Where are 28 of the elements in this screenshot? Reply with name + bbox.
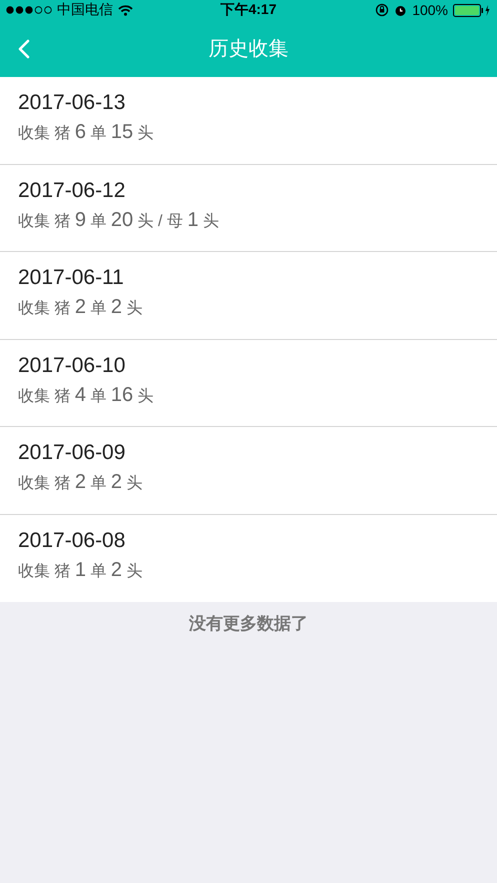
record-date: 2017-06-10	[18, 354, 126, 378]
wifi-icon	[118, 4, 133, 16]
alarm-clock-icon	[394, 4, 408, 16]
page-title: 历史收集	[208, 37, 288, 62]
record-row[interactable]: 2017-06-12 收集 猪 9 单 20 头 / 母 1 头	[0, 164, 497, 252]
no-more-data-text: 没有更多数据了	[189, 614, 308, 633]
rotation-lock-icon	[375, 3, 390, 17]
record-summary: 收集 猪 6 单 15 头	[18, 121, 154, 144]
record-date: 2017-06-09	[18, 441, 126, 465]
record-summary: 收集 猪 9 单 20 头 / 母 1 头	[18, 208, 219, 232]
record-date: 2017-06-13	[18, 91, 126, 115]
record-row[interactable]: 2017-06-10 收集 猪 4 单 16 头	[0, 340, 497, 427]
signal-icon	[6, 6, 52, 14]
record-row[interactable]: 2017-06-11 收集 猪 2 单 2 头	[0, 252, 497, 340]
record-date: 2017-06-08	[18, 528, 126, 552]
record-summary: 收集 猪 1 单 2 头	[18, 558, 142, 582]
record-row[interactable]: 2017-06-13 收集 猪 6 单 15 头	[0, 77, 497, 164]
record-row[interactable]: 2017-06-08 收集 猪 1 单 2 头	[0, 514, 497, 602]
record-summary: 收集 猪 2 单 2 头	[18, 471, 142, 494]
carrier-name: 中国电信	[57, 1, 113, 19]
record-date: 2017-06-12	[18, 178, 126, 202]
record-summary: 收集 猪 4 单 16 头	[18, 384, 154, 406]
record-summary: 收集 猪 2 单 2 头	[18, 296, 142, 319]
battery-percent: 100%	[412, 2, 448, 18]
record-date: 2017-06-11	[18, 266, 124, 290]
status-time: 下午4:17	[220, 1, 277, 19]
battery-icon	[453, 4, 491, 16]
record-row[interactable]: 2017-06-09 收集 猪 2 单 2 头	[0, 427, 497, 514]
